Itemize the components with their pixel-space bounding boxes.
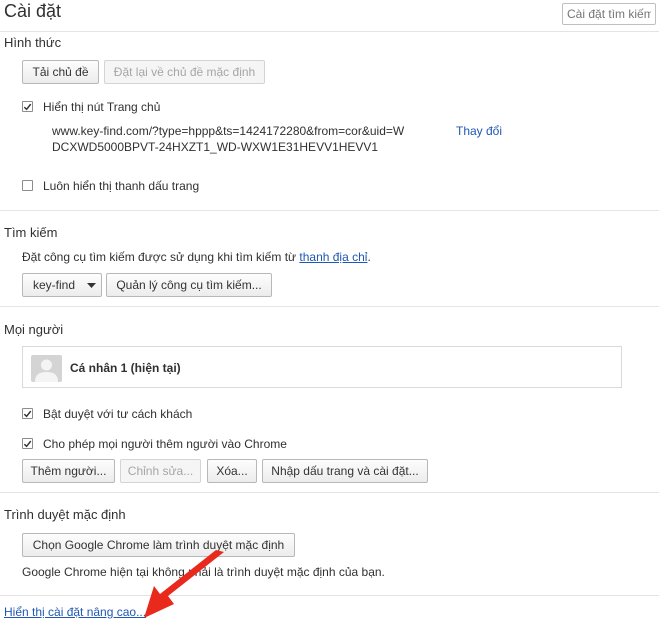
section-title-default-browser: Trình duyệt mặc định — [4, 507, 126, 522]
search-description-suffix: . — [367, 250, 371, 264]
search-engine-select[interactable]: key-find — [22, 273, 102, 297]
checkmark-icon — [23, 103, 32, 110]
remove-person-button[interactable]: Xóa... — [207, 459, 257, 483]
manage-search-engines-button[interactable]: Quản lý công cụ tìm kiếm... — [106, 273, 272, 297]
divider — [0, 492, 659, 493]
section-title-search: Tìm kiếm — [4, 225, 58, 240]
reset-theme-button[interactable]: Đặt lại về chủ đề mặc định — [104, 60, 265, 84]
divider — [0, 210, 659, 211]
allow-add-person-checkbox[interactable] — [22, 438, 33, 449]
home-url: www.key-find.com/?type=hppp&ts=142417228… — [52, 124, 405, 154]
show-home-button-label: Hiển thị nút Trang chủ — [43, 100, 161, 114]
get-themes-button[interactable]: Tải chủ đề — [22, 60, 99, 84]
change-home-link[interactable]: Thay đổi — [456, 124, 502, 138]
import-bookmarks-button[interactable]: Nhập dấu trang và cài đặt... — [262, 459, 428, 483]
show-bookmarks-bar-label: Luôn hiển thị thanh dấu trang — [43, 179, 200, 193]
search-input[interactable] — [562, 3, 656, 25]
checkmark-icon — [23, 440, 32, 447]
guest-browsing-checkbox[interactable] — [22, 408, 33, 419]
search-engine-value: key-find — [33, 278, 76, 292]
search-description-text: Đặt công cụ tìm kiếm được sử dụng khi tì… — [22, 250, 300, 264]
edit-person-button[interactable]: Chỉnh sửa... — [120, 459, 201, 483]
dropdown-arrow-icon — [87, 283, 96, 288]
avatar[interactable] — [31, 355, 62, 382]
guest-browsing-label: Bật duyệt với tư cách khách — [43, 407, 193, 421]
checkmark-icon — [23, 410, 32, 417]
search-description: Đặt công cụ tìm kiếm được sử dụng khi tì… — [22, 250, 371, 264]
divider — [0, 306, 659, 307]
divider — [0, 31, 659, 32]
divider — [0, 595, 659, 596]
add-person-button[interactable]: Thêm người... — [22, 459, 115, 483]
show-home-button-checkbox[interactable] — [22, 101, 33, 112]
allow-add-person-label: Cho phép mọi người thêm người vào Chrome — [43, 437, 287, 451]
show-bookmarks-bar-checkbox[interactable] — [22, 180, 33, 191]
red-arrow-icon — [144, 550, 224, 618]
show-advanced-settings-link[interactable]: Hiển thị cài đặt nâng cao... — [4, 605, 146, 619]
section-title-people: Mọi người — [4, 322, 64, 337]
section-title-appearance: Hình thức — [4, 35, 62, 50]
avatar-icon — [35, 359, 58, 382]
profile-name[interactable]: Cá nhân 1 (hiện tại) — [70, 361, 181, 375]
address-bar-link[interactable]: thanh địa chỉ — [299, 250, 367, 264]
page-title: Cài đặt — [4, 1, 62, 21]
